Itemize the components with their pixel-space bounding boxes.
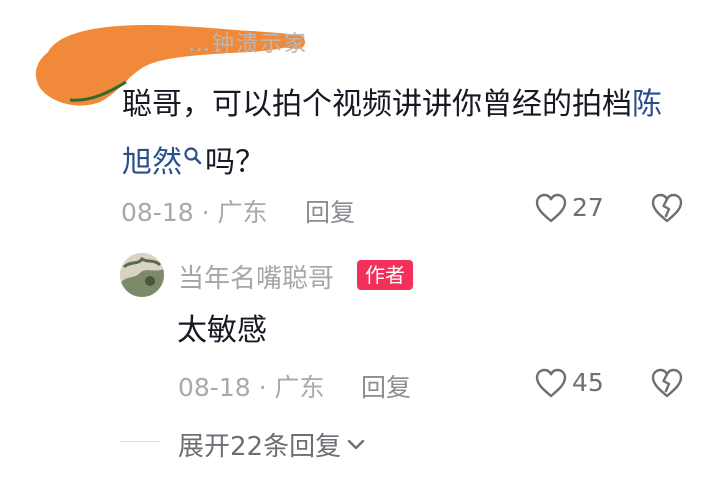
reply-like-count: 45 [572,368,604,397]
reply-location: 广东 [274,373,325,402]
heart-outline-icon[interactable] [534,192,568,224]
redacted-name-fragment: …钟溃示家 [188,32,309,57]
reply-meta: 08-18 · 广东 [178,368,325,404]
comment-like-count: 27 [572,193,604,222]
search-icon[interactable] [183,131,203,165]
comment-meta: 08-18 · 广东 [121,193,268,229]
comment-text-before-mention: 聪哥，可以拍个视频讲讲你曾经的拍档 [122,87,632,122]
reply-reply-button[interactable]: 回复 [361,368,411,404]
broken-heart-icon[interactable] [650,367,684,399]
expand-divider [120,441,160,442]
author-badge: 作者 [357,260,413,290]
reply-author-name[interactable]: 当年名嘴聪哥 [178,258,334,295]
comment-reply-button[interactable]: 回复 [305,193,355,229]
chevron-down-icon [347,428,365,450]
broken-heart-icon[interactable] [650,192,684,224]
meta-separator: · [201,198,210,227]
meta-separator: · [258,373,267,402]
comment-location: 广东 [217,198,268,227]
comment-text-after-mention: 吗？ [205,145,265,180]
expand-replies-label: 展开22条回复 [178,432,342,462]
comment-date: 08-18 [121,198,194,227]
expand-replies-button[interactable]: 展开22条回复 [178,426,365,463]
comment-text: 聪哥，可以拍个视频讲讲你曾经的拍档陈旭然 吗？ [122,79,682,189]
reply-date: 08-18 [178,373,251,402]
heart-outline-icon[interactable] [534,367,568,399]
avatar[interactable] [120,253,164,297]
reply-text: 太敏感 [177,313,267,348]
